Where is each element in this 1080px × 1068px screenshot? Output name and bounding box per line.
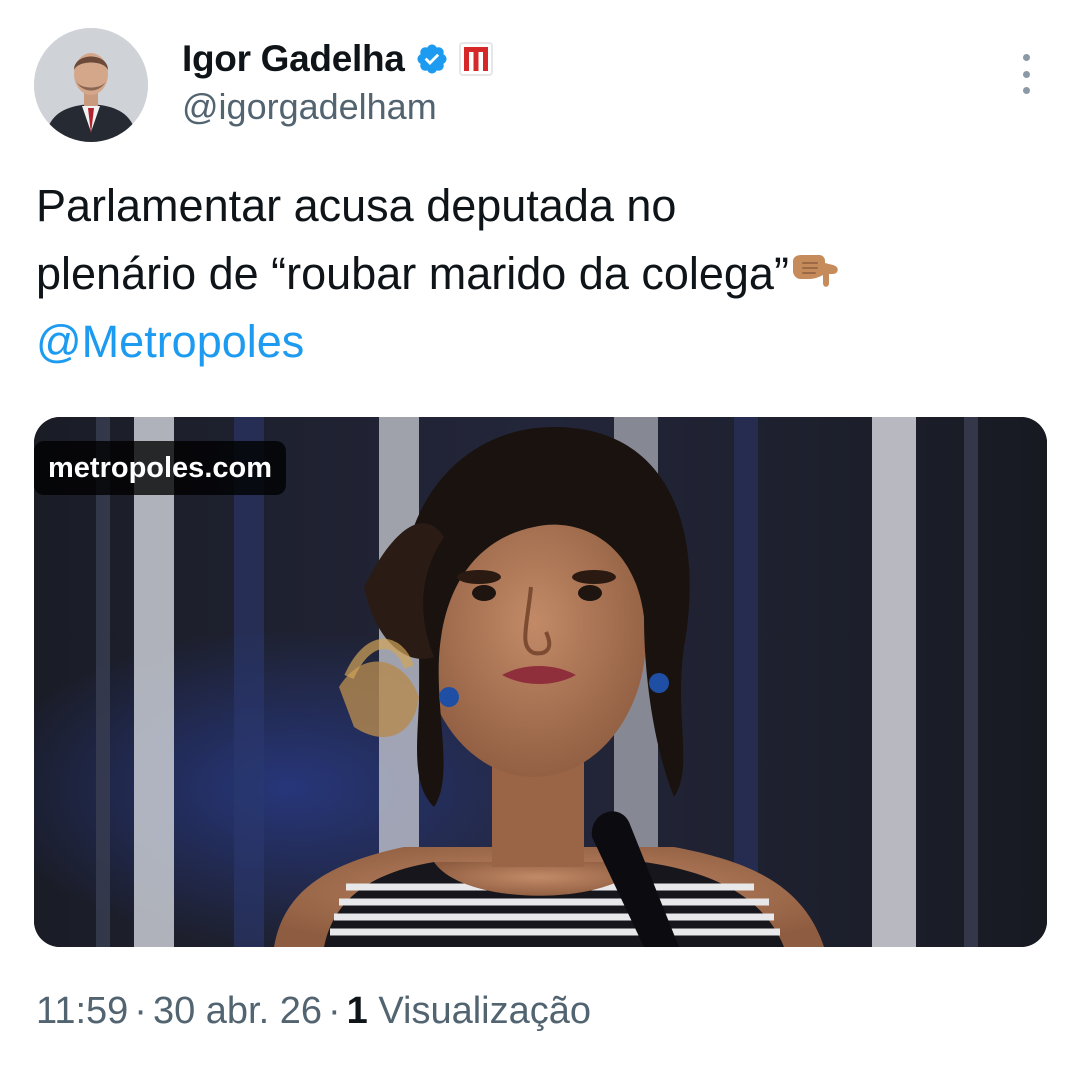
- author-name-row: Igor Gadelha: [182, 36, 493, 82]
- tweet-time[interactable]: 11:59: [36, 990, 128, 1032]
- views-count: 1: [346, 990, 368, 1032]
- views-label: Visualização: [378, 990, 591, 1032]
- tweet-media-image[interactable]: [34, 417, 1047, 947]
- avatar[interactable]: [34, 28, 148, 142]
- meta-separator: ·: [327, 990, 341, 1032]
- author-handle[interactable]: @igorgadelham: [182, 86, 437, 128]
- tweet-text: Parlamentar acusa deputada no plenário d…: [36, 172, 1046, 376]
- more-options-icon[interactable]: [1016, 54, 1036, 94]
- tweet-text-content: plenário de “roubar marido da colega”: [36, 248, 789, 299]
- tweet-date[interactable]: 30 abr. 26: [153, 990, 322, 1032]
- mention-link[interactable]: @Metropoles: [36, 308, 1046, 376]
- metropoles-logo-icon[interactable]: [458, 42, 493, 76]
- tweet-meta: 11:59 · 30 abr. 26 · 1 Visualização: [36, 990, 591, 1033]
- news-photo: [34, 417, 1047, 947]
- tweet-text-line: plenário de “roubar marido da colega”: [36, 240, 1046, 308]
- media-source-badge: metropoles.com: [34, 441, 286, 495]
- tweet-text-line: Parlamentar acusa deputada no: [36, 180, 677, 231]
- avatar-photo: [34, 28, 148, 142]
- meta-separator: ·: [134, 990, 147, 1032]
- verified-badge-icon: [415, 42, 449, 76]
- author-display-name[interactable]: Igor Gadelha: [182, 38, 405, 80]
- backhand-index-pointing-down-emoji: [789, 244, 841, 287]
